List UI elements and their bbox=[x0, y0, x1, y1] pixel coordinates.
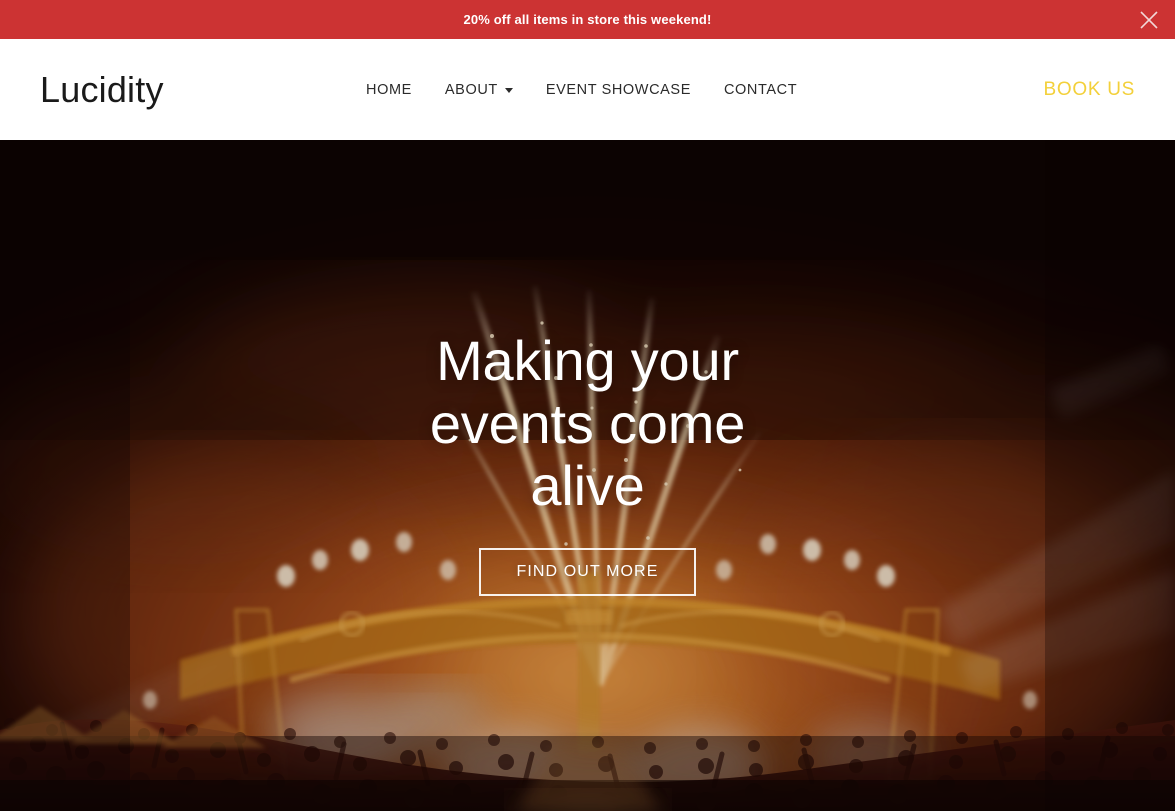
nav-item-contact[interactable]: CONTACT bbox=[724, 82, 797, 98]
hero-title: Making your events come alive bbox=[429, 329, 746, 518]
main-navigation: HOME ABOUT EVENT SHOWCASE CONTACT bbox=[366, 82, 797, 98]
close-icon[interactable] bbox=[1131, 2, 1167, 38]
caret-down-icon bbox=[504, 88, 513, 93]
nav-label-contact: CONTACT bbox=[723, 81, 798, 98]
nav-label-home: HOME bbox=[366, 81, 412, 98]
site-header: Lucidity HOME ABOUT EVENT SHOWCASE CONTA… bbox=[0, 39, 1175, 140]
find-out-more-button[interactable]: FIND OUT MORE bbox=[479, 548, 696, 597]
book-us-button[interactable]: BOOK US bbox=[1044, 79, 1135, 101]
nav-item-home[interactable]: HOME bbox=[366, 82, 412, 98]
promo-message: 20% off all items in store this weekend! bbox=[463, 12, 712, 27]
nav-label-event-showcase: EVENT SHOWCASE bbox=[545, 81, 691, 98]
nav-item-about[interactable]: ABOUT bbox=[445, 82, 513, 98]
nav-item-event-showcase[interactable]: EVENT SHOWCASE bbox=[546, 82, 691, 98]
promo-banner: 20% off all items in store this weekend! bbox=[0, 0, 1175, 39]
brand-logo[interactable]: Lucidity bbox=[40, 71, 164, 108]
nav-label-about: ABOUT bbox=[444, 81, 498, 98]
hero-content: Making your events come alive FIND OUT M… bbox=[0, 140, 1175, 811]
hero-section: Making your events come alive FIND OUT M… bbox=[0, 140, 1175, 811]
